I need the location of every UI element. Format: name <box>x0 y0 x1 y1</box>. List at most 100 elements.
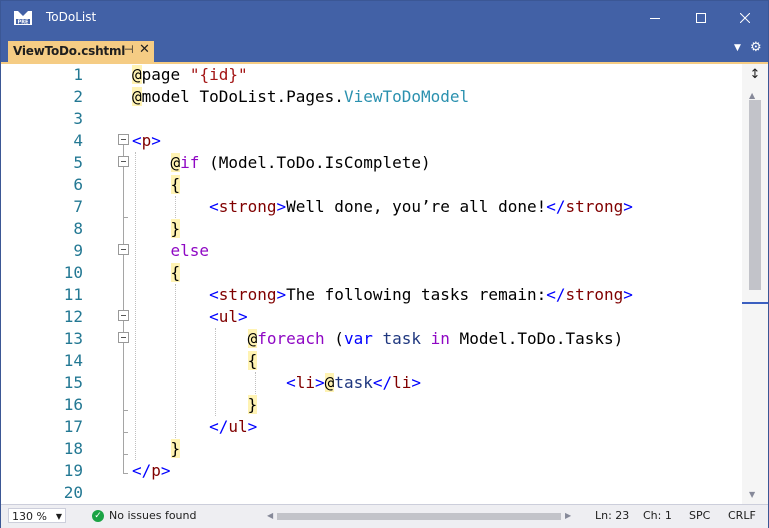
line-number: 10 <box>63 263 83 282</box>
token: strong <box>565 285 624 304</box>
code-line-13[interactable]: @foreach (var task in Model.ToDo.Tasks) <box>132 328 623 350</box>
minimize-button[interactable] <box>632 1 678 35</box>
code-line-7[interactable]: <strong>Well done, you’re all done!</str… <box>132 196 633 218</box>
minimize-icon <box>650 18 660 19</box>
collapse-icon[interactable] <box>118 332 129 343</box>
maximize-button[interactable] <box>678 1 724 35</box>
pin-icon[interactable]: ⊣ <box>124 43 134 56</box>
issues-indicator[interactable]: ✓ No issues found <box>92 509 196 522</box>
razor-token: @ <box>247 329 258 348</box>
code-line-15[interactable]: <li>@task</li> <box>132 372 421 394</box>
line-number: 11 <box>63 285 83 304</box>
scroll-down-icon[interactable]: ▼ <box>749 490 755 499</box>
tab-list-dropdown-icon[interactable]: ▼ <box>734 43 741 53</box>
scroll-up-icon[interactable]: ▲ <box>749 91 755 100</box>
chevron-down-icon: ▼ <box>55 512 62 521</box>
token: model ToDoList.Pages. <box>141 87 344 106</box>
line-number: 3 <box>73 109 83 128</box>
code-line-6[interactable]: { <box>132 174 181 196</box>
code-line-14[interactable]: { <box>132 350 258 372</box>
token: { <box>170 263 181 282</box>
title-bar[interactable]: PRE ToDoList <box>1 1 768 35</box>
token: "{id}" <box>189 65 248 84</box>
token: } <box>170 439 181 458</box>
token: p <box>151 461 161 480</box>
code-line-10[interactable]: { <box>132 262 181 284</box>
whitespace-indicator[interactable]: SPC <box>689 509 710 522</box>
razor-token: @ <box>170 153 181 172</box>
token: (Model.ToDo.IsComplete) <box>199 153 431 172</box>
token: { <box>170 175 181 194</box>
scroll-thumb[interactable] <box>749 100 761 290</box>
line-number: 12 <box>63 307 83 326</box>
line-number: 17 <box>63 417 83 436</box>
code-line-16[interactable]: } <box>132 394 258 416</box>
split-window-icon[interactable]: ↕ <box>747 67 763 83</box>
token: < <box>286 373 296 392</box>
token: > <box>623 197 633 216</box>
token: Well done, you’re all done! <box>286 197 547 216</box>
line-ending-indicator[interactable]: CRLF <box>728 509 756 522</box>
line-indicator[interactable]: Ln: 23 <box>595 509 629 522</box>
razor-token: @ <box>324 373 335 392</box>
zoom-dropdown[interactable]: 130 % ▼ <box>8 508 66 523</box>
tab-label: ViewToDo.cshtml <box>13 44 126 58</box>
line-number: 7 <box>73 197 83 216</box>
tab-close-icon[interactable]: ✕ <box>139 42 150 57</box>
token: strong <box>218 197 277 216</box>
vertical-scrollbar[interactable]: ↕ ▲ ▼ <box>742 64 768 504</box>
column-indicator[interactable]: Ch: 1 <box>643 509 672 522</box>
check-circle-icon: ✓ <box>92 509 104 522</box>
gear-icon[interactable]: ⚙ <box>750 40 762 55</box>
line-number: 15 <box>63 373 83 392</box>
token: { <box>247 351 258 370</box>
scroll-left-icon[interactable]: ◀ <box>267 511 273 520</box>
code-line-8[interactable]: } <box>132 218 181 240</box>
code-line-4[interactable]: <p> <box>132 130 161 152</box>
code-line-19[interactable]: </p> <box>132 460 171 482</box>
zoom-level: 130 % <box>12 510 47 523</box>
hscroll-thumb[interactable] <box>277 513 561 520</box>
collapse-icon[interactable] <box>118 310 129 321</box>
outline-line <box>123 143 124 473</box>
token: > <box>237 307 248 326</box>
code-line-2[interactable]: @model ToDoList.Pages.ViewToDoModel <box>132 86 469 108</box>
collapse-icon[interactable] <box>118 244 129 255</box>
horizontal-scrollbar[interactable]: ◀ ▶ <box>267 510 573 522</box>
close-button[interactable] <box>722 1 768 35</box>
code-line-12[interactable]: <ul> <box>132 306 248 328</box>
svg-text:PRE: PRE <box>18 20 30 26</box>
token: ul <box>218 307 238 326</box>
collapse-icon[interactable] <box>118 156 129 167</box>
razor-token: @ <box>132 87 142 106</box>
tab-viewtodo[interactable]: ViewToDo.cshtml ⊣ ✕ <box>8 41 154 62</box>
collapse-icon[interactable] <box>118 134 129 145</box>
code-line-18[interactable]: } <box>132 438 181 460</box>
line-number: 5 <box>73 153 83 172</box>
code-line-5[interactable]: @if (Model.ToDo.IsComplete) <box>132 152 431 174</box>
token: </ <box>209 417 229 436</box>
code-line-11[interactable]: <strong>The following tasks remain:</str… <box>132 284 633 306</box>
token: < <box>132 131 142 150</box>
line-number: 9 <box>73 241 83 260</box>
issues-text: No issues found <box>109 509 197 522</box>
line-number: 14 <box>63 351 83 370</box>
close-icon <box>740 13 750 23</box>
code-editor[interactable]: 1 2 3 4 5 6 7 8 9 10 11 12 13 14 15 16 1… <box>1 64 742 504</box>
token: > <box>151 131 161 150</box>
token: page <box>141 65 190 84</box>
token: strong <box>218 285 277 304</box>
token: strong <box>565 197 624 216</box>
token: var <box>343 329 373 348</box>
scroll-right-icon[interactable]: ▶ <box>565 511 571 520</box>
token: task <box>382 329 422 348</box>
code-line-9[interactable]: else <box>132 240 210 262</box>
code-line-17[interactable]: </ul> <box>132 416 257 438</box>
line-number: 19 <box>63 461 83 480</box>
code-line-1[interactable]: @page "{id}" <box>132 64 248 86</box>
